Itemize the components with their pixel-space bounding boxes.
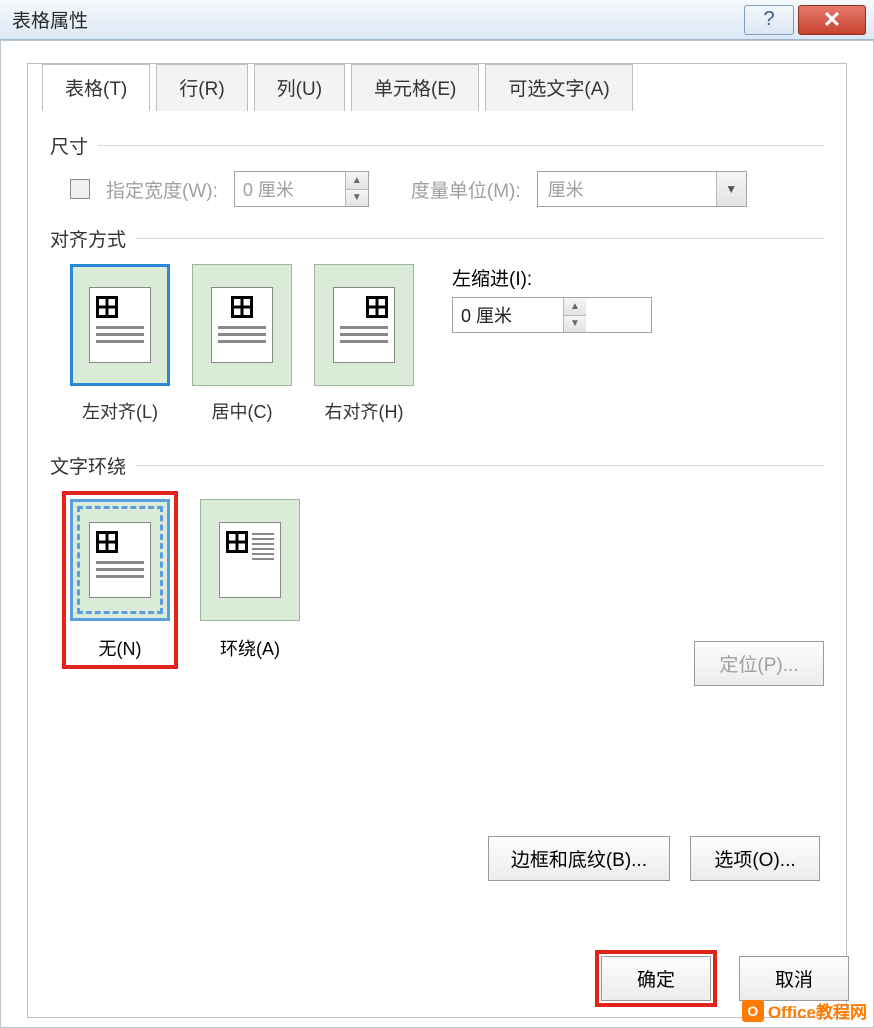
size-group-label: 尺寸 [50,132,824,159]
unit-combo[interactable]: 厘米 ▼ [537,171,747,207]
tab-cell[interactable]: 单元格(E) [351,64,479,111]
tab-column[interactable]: 列(U) [254,64,345,111]
tab-strip: 表格(T) 行(R) 列(U) 单元格(E) 可选文字(A) [42,63,633,110]
borders-shading-button[interactable]: 边框和底纹(B)... [488,836,670,881]
ok-highlight: 确定 [595,950,717,1007]
wrap-none-label: 无(N) [70,635,170,661]
specify-width-label: 指定宽度(W): [106,176,218,203]
wrap-none-option[interactable] [70,499,170,621]
table-glyph-icon [231,296,253,318]
table-glyph-icon [226,531,248,553]
align-center-option[interactable] [192,264,292,386]
spin-up-icon[interactable]: ▲ [346,172,368,190]
spin-down-icon[interactable]: ▼ [346,190,368,207]
wrapping-group-label: 文字环绕 [50,452,824,479]
unit-label: 度量单位(M): [411,176,521,203]
spin-up-icon[interactable]: ▲ [564,298,586,316]
alignment-group-label: 对齐方式 [50,225,824,252]
left-indent-label: 左缩进(I): [452,264,652,291]
specify-width-spinner[interactable]: ▲▼ [234,171,369,207]
table-glyph-icon [96,296,118,318]
left-indent-input[interactable] [453,298,563,332]
align-right-label: 右对齐(H) [314,398,414,424]
positioning-button[interactable]: 定位(P)... [694,641,824,686]
unit-combo-value: 厘米 [538,176,716,202]
align-right-option[interactable] [314,264,414,386]
watermark-brand: Office教程网 [768,998,867,1023]
cancel-button[interactable]: 取消 [739,956,849,1001]
chevron-down-icon: ▼ [716,172,746,206]
specify-width-checkbox[interactable] [70,179,90,199]
wrap-around-label: 环绕(A) [200,635,300,661]
ok-button[interactable]: 确定 [601,956,711,1001]
titlebar: 表格属性 ? ✕ [0,0,874,40]
table-glyph-icon [366,296,388,318]
watermark: O Office教程网 [742,998,867,1023]
dialog-client: 表格(T) 行(R) 列(U) 单元格(E) 可选文字(A) 尺寸 指定宽度(W… [0,40,874,1028]
tab-row[interactable]: 行(R) [156,64,247,111]
align-center-label: 居中(C) [192,398,292,424]
align-left-label: 左对齐(L) [70,398,170,424]
office-logo-icon: O [742,1000,764,1022]
wrap-none-highlight: 无(N) [62,491,178,669]
dialog-inner: 表格(T) 行(R) 列(U) 单元格(E) 可选文字(A) 尺寸 指定宽度(W… [27,63,847,1018]
left-indent-spinner[interactable]: ▲▼ [452,297,652,333]
align-left-option[interactable] [70,264,170,386]
tab-table[interactable]: 表格(T) [42,64,150,111]
tab-body: 尺寸 指定宽度(W): ▲▼ 度量单位(M): 厘米 ▼ 对齐方式 [28,114,846,1017]
specify-width-input[interactable] [235,172,345,206]
window-title: 表格属性 [8,6,744,33]
spin-down-icon[interactable]: ▼ [564,316,586,333]
wrap-around-option[interactable] [200,499,300,621]
table-glyph-icon [96,531,118,553]
options-button[interactable]: 选项(O)... [690,836,820,881]
close-button[interactable]: ✕ [798,5,866,35]
tab-alt-text[interactable]: 可选文字(A) [485,64,632,111]
help-button[interactable]: ? [744,5,794,35]
